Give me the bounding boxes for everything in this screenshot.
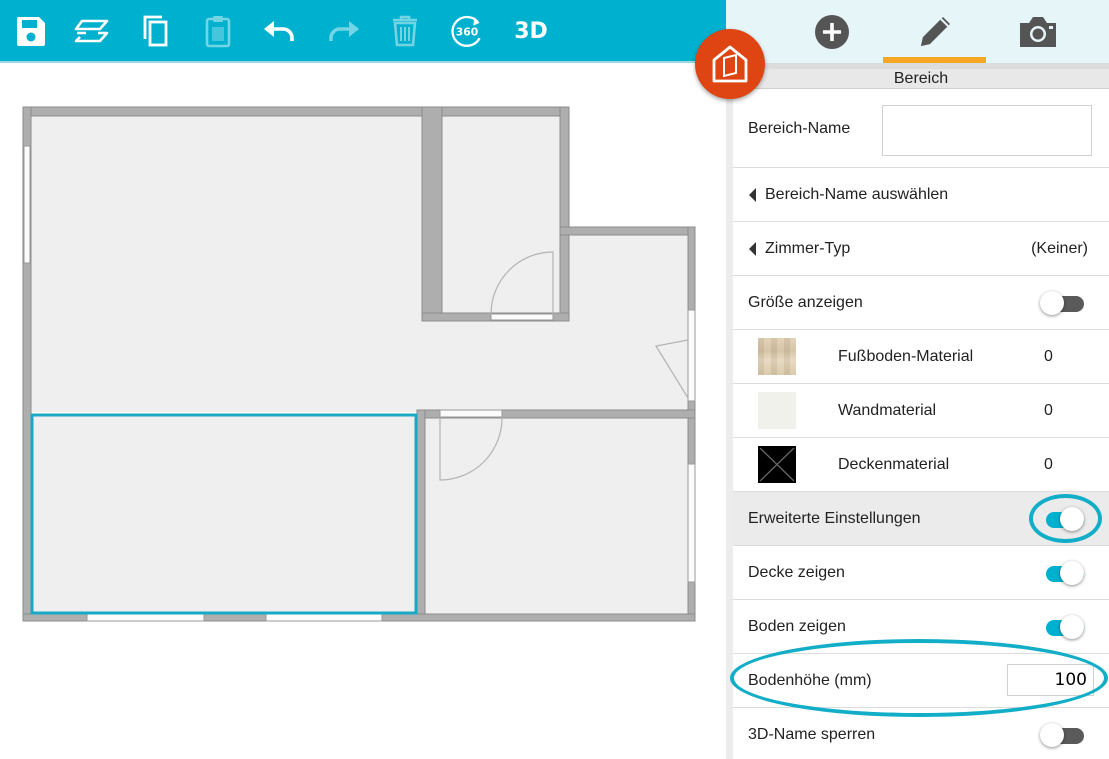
row-show-size: Größe anzeigen bbox=[733, 276, 1109, 330]
show-ceiling-label: Decke zeigen bbox=[748, 564, 845, 581]
room-floor bbox=[568, 235, 688, 412]
properties-list: Bereich-Name Bereich-Name auswählen Zimm… bbox=[733, 89, 1109, 759]
window bbox=[687, 309, 696, 402]
room-floor bbox=[33, 416, 415, 612]
show-size-label: Größe anzeigen bbox=[748, 294, 863, 311]
caret-left-icon bbox=[749, 242, 756, 256]
ceiling-material-swatch[interactable] bbox=[758, 446, 796, 483]
select-area-name-label: Bereich-Name auswählen bbox=[765, 186, 949, 203]
floor-material-value: 0 bbox=[1044, 348, 1053, 365]
tab-camera[interactable] bbox=[986, 0, 1089, 63]
row-floor-height: Bodenhöhe (mm) bbox=[733, 654, 1109, 708]
lock-3d-name-label: 3D-Name sperren bbox=[748, 726, 876, 743]
wall bbox=[421, 106, 443, 322]
camera-icon bbox=[1019, 16, 1056, 47]
room-type-label: Zimmer-Typ bbox=[765, 240, 851, 257]
redo-icon[interactable] bbox=[325, 12, 361, 50]
view-360-icon[interactable]: 360 bbox=[449, 12, 485, 50]
panel-title: Bereich bbox=[733, 69, 1109, 89]
window bbox=[687, 463, 696, 583]
row-advanced-settings: Erweiterte Einstellungen bbox=[733, 492, 1109, 546]
floor-material-swatch[interactable] bbox=[758, 338, 796, 375]
main-toolbar: 360 3D bbox=[0, 0, 726, 63]
area-name-label: Bereich-Name bbox=[748, 120, 851, 137]
tab-edit[interactable] bbox=[883, 0, 986, 63]
show-floor-toggle[interactable] bbox=[1040, 615, 1086, 639]
floor-material-label: Fußboden-Material bbox=[838, 348, 974, 365]
layers-icon[interactable] bbox=[74, 12, 110, 50]
floor-plan-canvas[interactable] bbox=[0, 29, 765, 759]
window bbox=[23, 145, 31, 264]
add-room-button[interactable] bbox=[695, 29, 765, 99]
row-show-floor: Boden zeigen bbox=[733, 600, 1109, 654]
room-floor bbox=[442, 116, 560, 313]
wall-material-label: Wandmaterial bbox=[838, 402, 937, 419]
advanced-settings-label: Erweiterte Einstellungen bbox=[748, 510, 921, 527]
floor-height-input[interactable] bbox=[1007, 664, 1094, 696]
row-room-type[interactable]: Zimmer-Typ (Keiner) bbox=[733, 222, 1109, 276]
ceiling-material-value: 0 bbox=[1044, 456, 1053, 473]
trash-icon[interactable] bbox=[387, 12, 423, 50]
room-floor bbox=[425, 418, 688, 614]
lock-3d-name-toggle[interactable] bbox=[1040, 723, 1086, 747]
row-show-ceiling: Decke zeigen bbox=[733, 546, 1109, 600]
area-name-input[interactable] bbox=[882, 105, 1092, 156]
pencil-icon bbox=[920, 16, 950, 46]
wall bbox=[22, 106, 570, 117]
add-icon bbox=[814, 14, 849, 49]
show-floor-label: Boden zeigen bbox=[748, 618, 846, 635]
svg-text:360: 360 bbox=[456, 26, 479, 39]
wall-material-value: 0 bbox=[1044, 402, 1053, 419]
save-icon[interactable] bbox=[13, 12, 49, 50]
window bbox=[265, 613, 383, 622]
floor-height-label: Bodenhöhe (mm) bbox=[748, 672, 872, 689]
row-select-area-name[interactable]: Bereich-Name auswählen bbox=[733, 168, 1109, 222]
copy-icon[interactable] bbox=[137, 12, 173, 50]
tab-add[interactable] bbox=[780, 0, 883, 63]
wall bbox=[416, 409, 426, 622]
row-area-name: Bereich-Name bbox=[733, 89, 1109, 168]
properties-panel: Bereich Bereich-Name Bereich-Name auswäh… bbox=[726, 0, 1109, 759]
row-lock-3d-name: 3D-Name sperren bbox=[733, 708, 1109, 759]
window bbox=[86, 613, 205, 622]
wall bbox=[559, 106, 570, 322]
caret-left-icon bbox=[749, 188, 756, 202]
undo-icon[interactable] bbox=[262, 12, 298, 50]
wall-material-swatch[interactable] bbox=[758, 392, 796, 429]
paste-icon[interactable] bbox=[200, 12, 236, 50]
ceiling-material-label: Deckenmaterial bbox=[838, 456, 950, 473]
row-wall-material[interactable]: Wandmaterial 0 bbox=[733, 384, 1109, 438]
row-floor-material[interactable]: Fußboden-Material 0 bbox=[733, 330, 1109, 384]
wall bbox=[559, 226, 696, 236]
show-size-toggle[interactable] bbox=[1040, 291, 1086, 315]
door bbox=[490, 313, 554, 321]
row-ceiling-material[interactable]: Deckenmaterial 0 bbox=[733, 438, 1109, 492]
show-ceiling-toggle[interactable] bbox=[1040, 561, 1086, 585]
door bbox=[439, 409, 503, 418]
room-type-value: (Keiner) bbox=[1031, 240, 1088, 257]
advanced-settings-toggle[interactable] bbox=[1040, 507, 1086, 531]
panel-tabs bbox=[726, 0, 1109, 63]
view-3d-button[interactable]: 3D bbox=[511, 12, 551, 50]
